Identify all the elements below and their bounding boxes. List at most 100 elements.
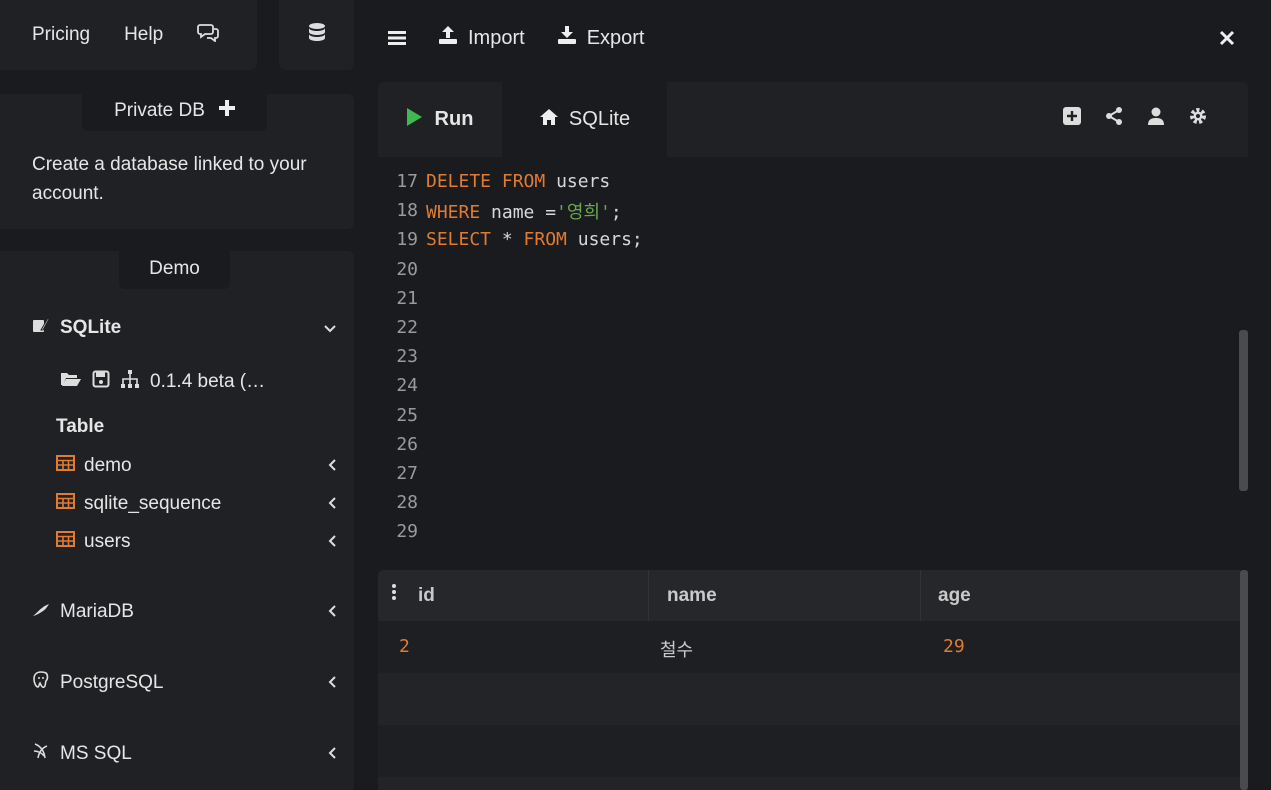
code-line[interactable]: 21	[378, 284, 426, 313]
chevron-left-icon[interactable]	[328, 458, 336, 474]
mssql-label: MS SQL	[60, 743, 132, 764]
code-line[interactable]: 17 DELETE FROM users	[378, 167, 610, 196]
editor-scrollbar[interactable]	[1239, 330, 1248, 491]
close-icon[interactable]	[1219, 26, 1235, 52]
code-line[interactable]: 22	[378, 313, 426, 342]
editor-toolbar: Import Export	[388, 22, 645, 54]
folder-open-icon[interactable]	[60, 370, 82, 394]
line-number: 19	[396, 229, 418, 251]
line-number: 26	[396, 433, 418, 455]
postgresql-icon	[32, 671, 50, 695]
database-button[interactable]	[279, 0, 354, 70]
code-line[interactable]: 24	[378, 371, 426, 400]
upload-icon	[438, 25, 458, 51]
help-link[interactable]: Help	[124, 24, 163, 46]
sitemap-icon[interactable]	[120, 369, 140, 395]
sqlite-tab-label: SQLite	[568, 108, 631, 130]
mssql-icon	[32, 742, 50, 766]
code-token: FROM	[523, 229, 567, 251]
demo-tab[interactable]: Demo	[119, 248, 230, 289]
empty-row	[378, 777, 1240, 790]
share-icon[interactable]	[1104, 106, 1124, 131]
code-line[interactable]: 29	[378, 517, 426, 545]
table-row[interactable]: 2 철수 29	[378, 621, 1240, 673]
export-label: Export	[586, 26, 645, 49]
cell-name: 철수	[660, 640, 694, 661]
code-token: name =	[480, 201, 557, 223]
line-number: 24	[396, 375, 418, 397]
code-token: '영희'	[556, 201, 611, 223]
chevron-left-icon[interactable]	[328, 496, 336, 512]
import-label: Import	[468, 26, 525, 49]
plus-square-icon[interactable]	[1062, 106, 1082, 131]
code-token: ;	[610, 201, 622, 223]
column-menu-icon[interactable]	[391, 583, 397, 606]
sidebar-item-mariadb[interactable]: MariaDB	[32, 598, 354, 626]
code-line[interactable]: 27	[378, 459, 426, 488]
line-number: 22	[396, 317, 418, 338]
line-number: 29	[396, 521, 418, 543]
user-icon[interactable]	[1146, 106, 1166, 131]
sidebar-item-postgresql[interactable]: PostgreSQL	[32, 669, 354, 697]
plus-icon[interactable]	[218, 99, 235, 122]
results-scrollbar[interactable]	[1240, 570, 1248, 790]
code-line[interactable]: 23	[378, 342, 426, 371]
line-number: 27	[396, 463, 418, 484]
chevron-left-icon[interactable]	[328, 675, 336, 691]
code-line[interactable]: 18 WHERE name ='영희';	[378, 196, 622, 225]
column-header-age[interactable]: age	[938, 570, 971, 621]
line-number: 17	[396, 171, 418, 192]
play-icon	[405, 107, 423, 133]
table-item-sqlite-sequence[interactable]: sqlite_sequence	[56, 490, 354, 518]
code-token: FROM	[501, 171, 546, 192]
table-label: demo	[84, 455, 132, 476]
code-token: DELETE	[426, 171, 492, 192]
column-header-id[interactable]: id	[418, 570, 435, 621]
line-number: 23	[396, 346, 418, 368]
import-button[interactable]: Import	[438, 25, 525, 51]
code-editor[interactable]: 17 DELETE FROM users 18 WHERE name ='영희'; 19…	[378, 157, 1248, 545]
chevron-left-icon[interactable]	[328, 746, 336, 762]
code-line[interactable]: 19 SELECT * FROM users;	[378, 225, 643, 254]
line-number: 25	[396, 404, 418, 426]
sidebar-item-sqlite[interactable]: SQLite	[32, 314, 354, 342]
table-label: sqlite_sequence	[84, 493, 222, 514]
column-header-name[interactable]: name	[667, 570, 717, 621]
pricing-link[interactable]: Pricing	[32, 24, 90, 46]
table-item-users[interactable]: users	[56, 528, 354, 556]
code-line[interactable]: 25	[378, 401, 426, 430]
code-line[interactable]: 20	[378, 255, 426, 284]
line-number: 20	[396, 258, 418, 280]
line-number: 28	[396, 492, 418, 514]
line-number: 21	[396, 287, 418, 309]
hamburger-icon[interactable]	[388, 30, 406, 46]
sidebar-item-mssql[interactable]: MS SQL	[32, 740, 354, 768]
code-text: SELECT * FROM users;	[426, 229, 643, 250]
private-db-tab[interactable]: Private DB	[82, 90, 267, 131]
table-icon	[56, 455, 75, 477]
tab-sqlite[interactable]: SQLite	[502, 82, 667, 157]
code-line[interactable]: 26	[378, 430, 426, 459]
home-icon	[539, 108, 559, 132]
run-label: Run	[434, 108, 474, 130]
table-icon	[56, 493, 75, 515]
database-icon	[307, 22, 327, 49]
table-item-demo[interactable]: demo	[56, 452, 354, 480]
chat-icon[interactable]	[197, 22, 220, 48]
gear-icon[interactable]	[1188, 106, 1208, 131]
mariadb-label: MariaDB	[60, 601, 134, 622]
sqlite-icon	[32, 316, 50, 340]
run-button[interactable]: Run	[378, 82, 500, 157]
chevron-down-icon[interactable]	[324, 320, 336, 336]
results-header	[378, 570, 1240, 621]
sqlite-label: SQLite	[60, 317, 122, 338]
download-icon	[557, 25, 577, 51]
chevron-left-icon[interactable]	[328, 534, 336, 550]
chevron-left-icon[interactable]	[328, 604, 336, 620]
code-token: users;	[566, 229, 643, 251]
code-token: users	[545, 171, 611, 192]
export-button[interactable]: Export	[557, 25, 645, 51]
save-icon[interactable]	[92, 370, 110, 394]
code-line[interactable]: 28	[378, 488, 426, 517]
